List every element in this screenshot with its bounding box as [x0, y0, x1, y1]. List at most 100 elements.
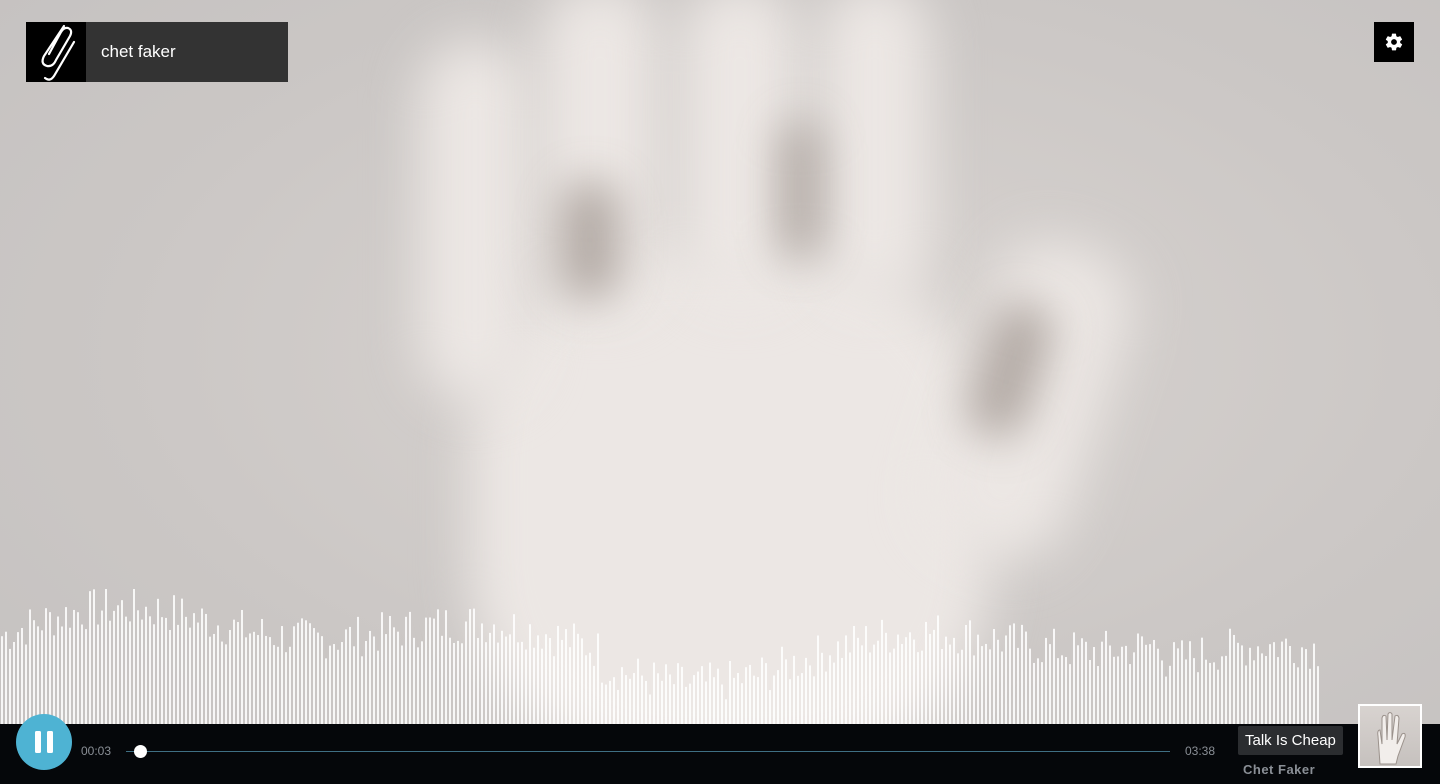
visualizer-bar: [481, 623, 483, 724]
visualizer-bar: [701, 666, 703, 724]
visualizer-bar: [537, 635, 539, 724]
visualizer-bar: [117, 605, 119, 724]
current-time: 00:03: [81, 744, 112, 758]
visualizer-bar: [297, 622, 299, 724]
visualizer-bar: [781, 646, 783, 724]
visualizer-bar: [581, 638, 583, 724]
settings-button[interactable]: [1374, 22, 1414, 62]
visualizer-bar: [677, 663, 679, 724]
visualizer-bar: [969, 620, 971, 724]
visualizer-bar: [257, 635, 259, 724]
visualizer-bar: [465, 621, 467, 724]
visualizer-bar: [1041, 662, 1043, 724]
visualizer-bar: [1057, 658, 1059, 724]
visualizer-bar: [213, 633, 215, 724]
visualizer-bar: [929, 633, 931, 724]
visualizer-bar: [769, 690, 771, 724]
visualizer-bar: [601, 682, 603, 724]
visualizer-bar: [413, 637, 415, 724]
visualizer-bar: [665, 664, 667, 724]
visualizer-bar: [917, 652, 919, 724]
visualizer-bar: [577, 633, 579, 724]
progress-track[interactable]: [126, 751, 1170, 752]
visualizer-bar: [1089, 659, 1091, 724]
visualizer-bar: [1185, 659, 1187, 724]
visualizer-bar: [889, 652, 891, 724]
visualizer-bar: [1109, 645, 1111, 724]
visualizer-bar: [1149, 644, 1151, 724]
visualizer-bar: [1113, 656, 1115, 724]
visualizer-bar: [509, 634, 511, 724]
visualizer-bar: [1157, 648, 1159, 724]
visualizer-bar: [181, 598, 183, 724]
visualizer-bar: [77, 612, 79, 724]
visualizer-bar: [721, 684, 723, 724]
search-query-text[interactable]: chet faker: [86, 22, 288, 82]
visualizer-bar: [425, 617, 427, 724]
visualizer-bar: [69, 627, 71, 724]
visualizer-bar: [53, 635, 55, 724]
visualizer-bar: [861, 645, 863, 724]
visualizer-bar: [765, 663, 767, 724]
visualizer-bar: [1161, 660, 1163, 724]
visualizer-bar: [1249, 647, 1251, 724]
visualizer-bar: [585, 655, 587, 724]
search-box[interactable]: chet faker: [26, 22, 288, 82]
visualizer-bar: [745, 667, 747, 724]
visualizer-bar: [1233, 634, 1235, 724]
visualizer-bar: [305, 620, 307, 724]
visualizer-bar: [461, 643, 463, 724]
visualizer-bar: [1241, 645, 1243, 724]
album-art-thumbnail[interactable]: [1358, 704, 1422, 768]
visualizer-bar: [13, 641, 15, 724]
visualizer-bar: [409, 611, 411, 724]
pause-button[interactable]: [16, 714, 72, 770]
visualizer-bar: [65, 607, 67, 724]
visualizer-bar: [309, 623, 311, 724]
visualizer-bar: [1205, 659, 1207, 724]
paperclip-logo-icon[interactable]: [26, 22, 86, 82]
visualizer-bar: [101, 610, 103, 724]
visualizer-bar: [813, 676, 815, 724]
visualizer-bar: [501, 630, 503, 724]
visualizer-bar: [757, 677, 759, 724]
visualizer-bar: [1293, 663, 1295, 724]
visualizer-bar: [137, 610, 139, 724]
visualizer-bar: [237, 622, 239, 724]
visualizer-bar: [517, 642, 519, 724]
visualizer-bar: [341, 642, 343, 724]
visualizer-bar: [29, 609, 31, 724]
visualizer-bar: [1105, 630, 1107, 724]
visualizer-bar: [1197, 672, 1199, 724]
visualizer-bar: [61, 626, 63, 724]
visualizer-bar: [877, 640, 879, 724]
visualizer-bar: [333, 644, 335, 724]
visualizer-bar: [565, 629, 567, 724]
visualizer-bar: [1025, 631, 1027, 724]
visualizer-bar: [261, 618, 263, 724]
visualizer-bar: [325, 658, 327, 724]
visualizer-bar: [49, 612, 51, 724]
visualizer-bar: [753, 675, 755, 724]
visualizer-bar: [717, 668, 719, 724]
visualizer-bar: [5, 631, 7, 724]
visualizer-bar: [849, 652, 851, 724]
visualizer-bar: [109, 620, 111, 724]
visualizer-bar: [989, 649, 991, 724]
visualizer-bar: [1169, 665, 1171, 724]
visualizer-bar: [853, 626, 855, 724]
progress-thumb[interactable]: [133, 745, 147, 758]
visualizer-bar: [321, 636, 323, 724]
visualizer-bar: [897, 634, 899, 724]
visualizer-bar: [1145, 644, 1147, 724]
visualizer-bar: [1053, 628, 1055, 724]
visualizer-bar: [369, 630, 371, 724]
visualizer-bar: [165, 617, 167, 724]
visualizer-bar: [1021, 624, 1023, 724]
visualizer-bar: [301, 618, 303, 724]
visualizer-bar: [597, 633, 599, 724]
visualizer-bar: [125, 616, 127, 724]
visualizer-bar: [961, 649, 963, 724]
visualizer-bar: [685, 686, 687, 724]
visualizer-bar: [1081, 638, 1083, 724]
